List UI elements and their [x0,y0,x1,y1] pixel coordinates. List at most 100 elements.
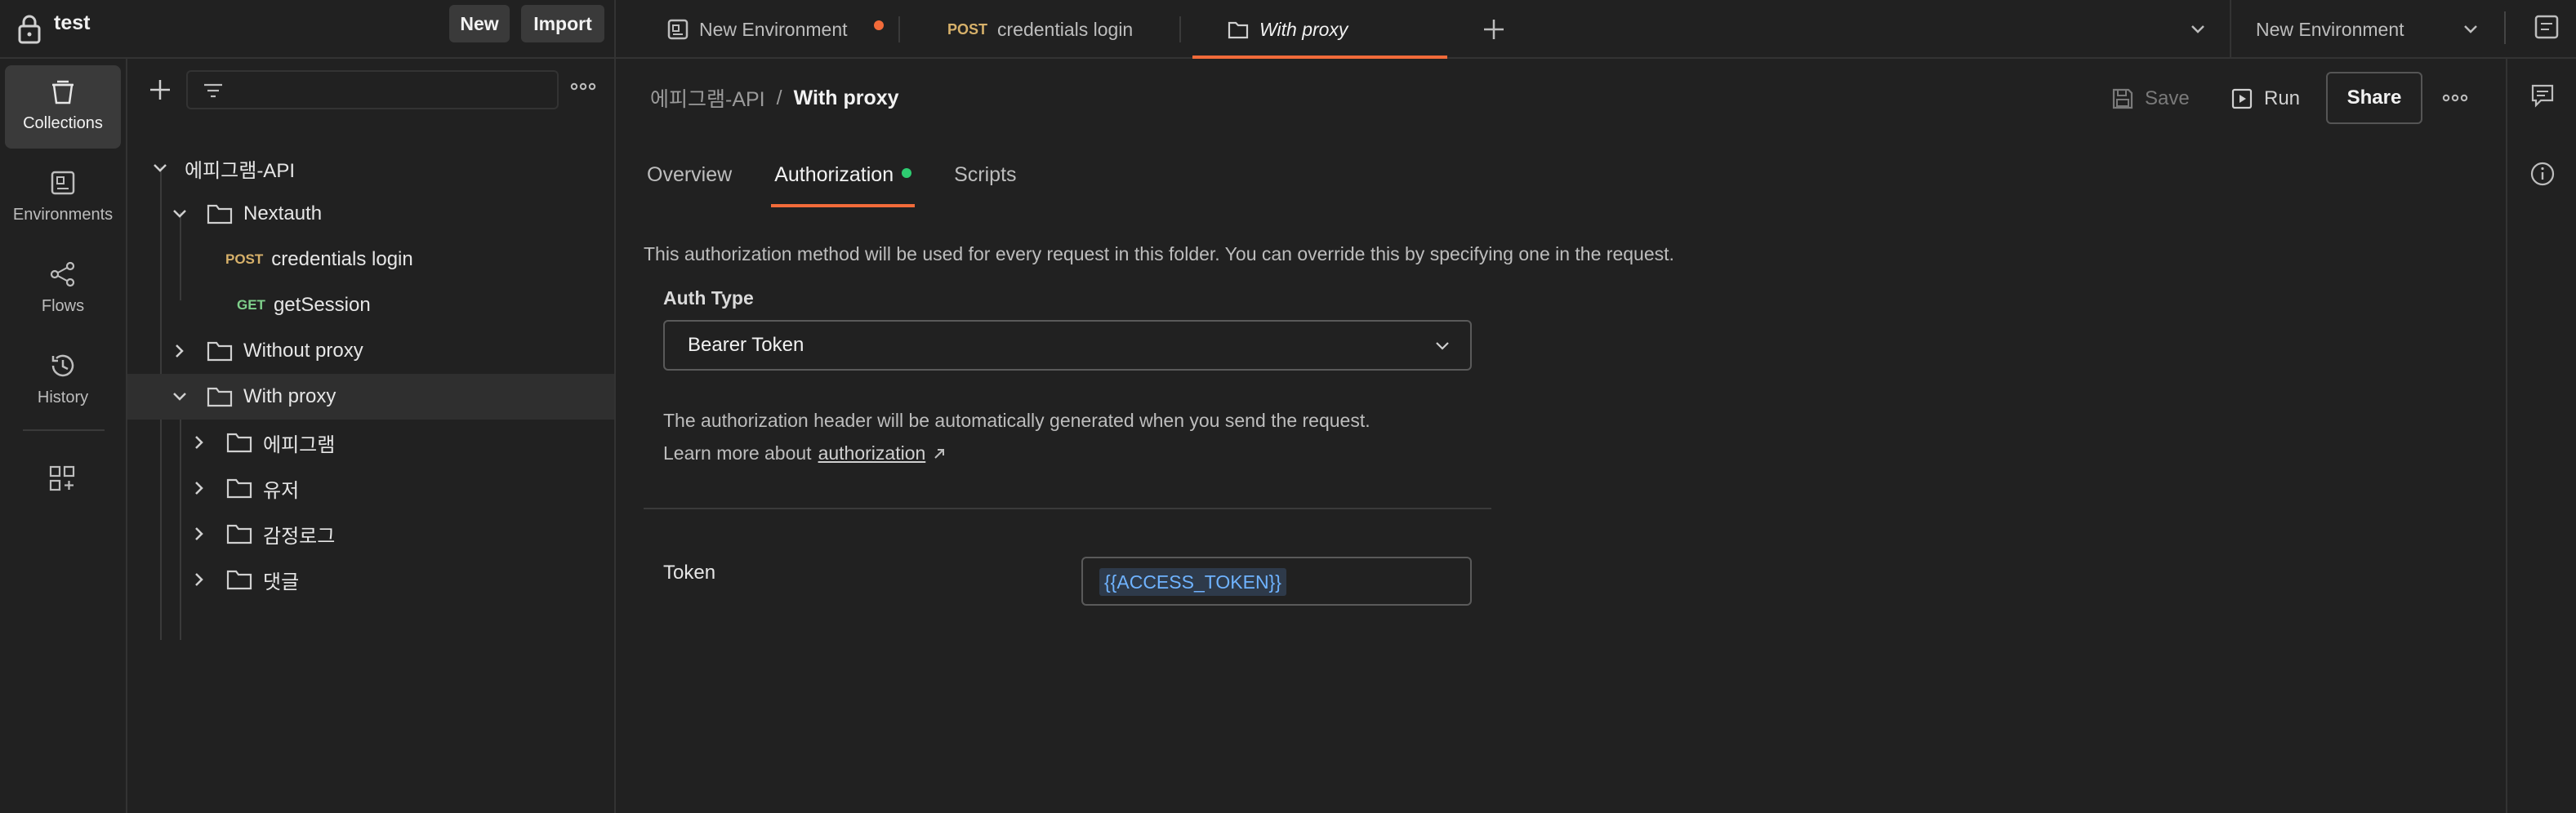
chevron-down-icon [1436,342,1449,350]
tree-label: 에피그램-API [185,159,295,182]
collections-icon [52,80,74,104]
rail-item-collections[interactable]: Collections [5,65,121,149]
folder-icon [226,433,252,453]
chevron-right-icon [195,573,203,586]
workspace-name[interactable]: test [54,11,90,35]
tree-label: 에피그램 [263,433,336,456]
breadcrumb: 에피그램-API / With proxy [650,83,899,113]
import-button[interactable]: Import [521,5,604,42]
tab-label: With proxy [1259,18,1348,40]
folder-icon [207,387,233,407]
tree-item-subfolder[interactable]: 에피그램 [127,420,614,465]
share-button[interactable]: Share [2326,72,2422,124]
folder-icon [226,524,252,544]
rail-item-environments[interactable]: Environments [5,157,121,240]
tree-item-nextauth[interactable]: Nextauth [127,191,614,237]
folder-icon [1228,21,1249,39]
left-rail: Collections Environments Flows History [0,59,127,813]
collections-sidebar: 에피그램-API Nextauth POST credentials login… [127,59,616,813]
tab-scripts[interactable]: Scripts [951,155,1019,207]
rail-label: Flows [41,297,85,315]
tab-label: Authorization [774,163,894,186]
more-options-icon[interactable] [568,78,598,95]
tree-label: getSession [273,294,371,316]
rail-item-history[interactable]: History [5,340,121,423]
tree-label: 댓글 [263,571,300,593]
environment-select-value: New Environment [2256,18,2404,40]
status-dot [902,168,912,178]
folder-icon [226,570,252,590]
run-label: Run [2264,87,2301,109]
add-collection-plus-icon[interactable] [145,75,175,104]
tab-authorization[interactable]: Authorization [771,155,916,207]
tree-item-getsession[interactable]: GET getSession [127,282,614,328]
right-rail [2506,59,2576,813]
filter-search-input[interactable] [186,70,559,109]
tree-item-with-proxy[interactable]: With proxy [127,374,614,420]
history-icon [51,354,74,377]
folder-icon [207,341,233,362]
chevron-right-icon [195,482,203,495]
folder-tabs: Overview Authorization Scripts [644,155,1056,207]
filter-icon [204,83,222,98]
info-icon[interactable] [2529,160,2556,188]
tab-with-proxy[interactable]: With proxy [1192,0,1447,59]
breadcrumb-current[interactable]: With proxy [794,87,899,110]
tree-item-subfolder[interactable]: 유저 [127,465,614,511]
learn-more-prefix: Learn more about [663,442,812,464]
method-badge: POST [947,20,988,38]
rail-divider [23,429,105,431]
tab-credentials-login[interactable]: POST credentials login [947,0,1133,59]
run-button[interactable]: Run [2230,78,2300,119]
auth-type-value: Bearer Token [688,334,804,356]
tab-overview[interactable]: Overview [644,155,735,207]
chevron-down-icon [154,164,167,172]
auth-type-select[interactable]: Bearer Token [663,320,1472,371]
save-button[interactable]: Save [2110,78,2190,119]
tree-item-credentials-login[interactable]: POST credentials login [127,237,614,282]
tree-label: Without proxy [243,340,363,362]
new-button[interactable]: New [449,5,510,42]
auth-info-text: The authorization header will be automat… [663,410,1370,431]
workspace-header: test New Import [0,0,616,59]
new-tab-plus-icon[interactable] [1478,11,1509,47]
environment-quick-look-icon[interactable] [2532,11,2561,44]
chevron-down-icon[interactable] [2458,16,2483,41]
folder-icon [207,204,233,224]
tab-label: New Environment [699,18,848,40]
authorization-link[interactable]: authorization [818,442,926,464]
tabs-overflow-chevron-down-icon[interactable] [2186,16,2210,41]
more-options-icon[interactable] [2440,90,2470,106]
rail-label: Environments [12,206,114,224]
method-badge: GET [237,297,265,313]
save-label: Save [2145,87,2190,109]
folder-icon [226,478,252,499]
chevron-right-icon [195,436,203,449]
token-input[interactable]: {{ACCESS_TOKEN}} [1081,557,1472,606]
tree-item-without-proxy[interactable]: Without proxy [127,328,614,374]
add-apps-grid-icon[interactable] [46,462,78,495]
chevron-right-icon [176,344,184,358]
environments-icon [51,171,75,195]
rail-label: Collections [23,114,103,132]
section-divider [644,508,1491,509]
tree-label: Nextauth [243,202,323,224]
tab-new-environment[interactable]: New Environment [666,0,848,59]
flows-icon [50,261,75,287]
tree-item-collection-root[interactable]: 에피그램-API [127,145,614,191]
comments-icon[interactable] [2529,82,2556,109]
method-badge: POST [225,251,264,267]
environment-icon [667,19,689,40]
top-bar: test New Import New Environment POST cre… [0,0,2576,59]
breadcrumb-separator: / [776,86,782,109]
chevron-down-icon [173,393,186,401]
tree-item-subfolder[interactable]: 감정로그 [127,511,614,557]
chevron-down-icon [173,210,186,218]
tree-label: 유저 [263,479,300,502]
tree-item-subfolder[interactable]: 댓글 [127,557,614,602]
rail-item-flows[interactable]: Flows [5,248,121,331]
breadcrumb-parent[interactable]: 에피그램-API [650,83,765,113]
lock-icon[interactable] [16,13,42,46]
token-variable: {{ACCESS_TOKEN}} [1099,568,1286,596]
external-link-arrow-icon [934,448,945,459]
